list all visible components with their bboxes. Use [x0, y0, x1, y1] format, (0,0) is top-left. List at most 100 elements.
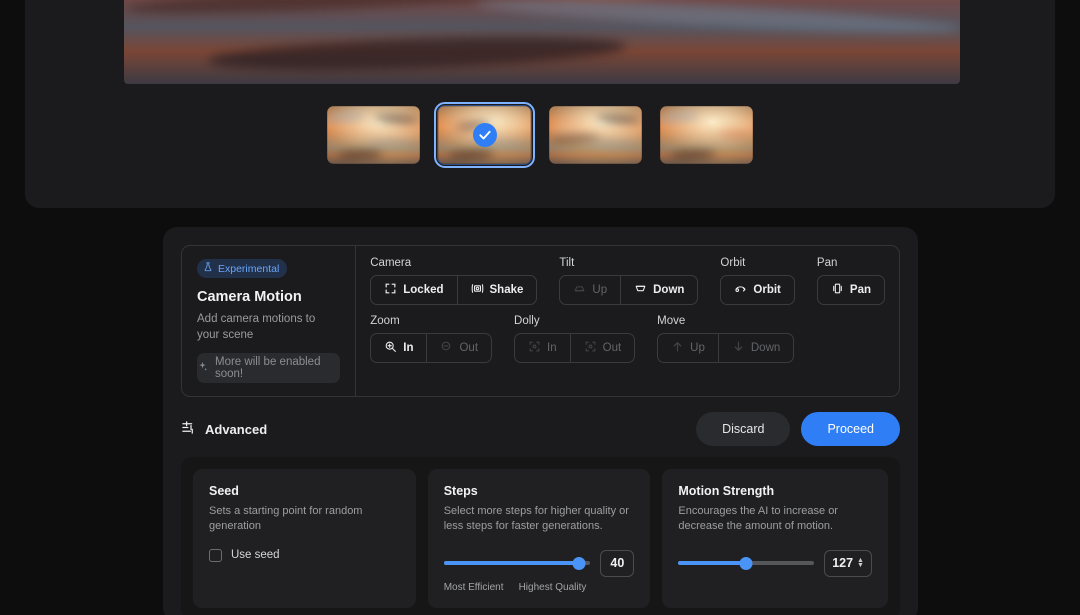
pan-label: Pan: [849, 284, 871, 296]
move-up-button[interactable]: Up: [658, 334, 719, 362]
frame-corners-icon: [384, 282, 397, 298]
dolly-in-label: In: [547, 342, 557, 354]
motion-strength-stepper[interactable]: ▲ ▼: [857, 557, 864, 569]
experimental-badge: Experimental: [197, 259, 288, 278]
dolly-in-icon: [528, 340, 541, 356]
group-label-tilt: Tilt: [559, 257, 575, 269]
use-seed-checkbox[interactable]: [209, 548, 222, 562]
control-group-camera: Camera Locked Shake: [370, 257, 538, 305]
tilt-up-button[interactable]: Up: [560, 276, 622, 304]
advanced-label: Advanced: [205, 421, 268, 437]
advanced-settings-panel: Seed Sets a starting point for random ge…: [181, 457, 900, 615]
motion-strength-value: 127: [832, 556, 854, 571]
segmented-orbit: Orbit: [720, 275, 795, 305]
seed-title: Seed: [209, 484, 239, 498]
steps-scale-max: Highest Quality: [518, 581, 587, 593]
segmented-tilt: Up Down: [559, 275, 699, 305]
segmented-move: Up Down: [657, 333, 795, 363]
control-group-move: Move Up Down: [657, 315, 795, 363]
orbit-icon: [734, 282, 747, 298]
motion-strength-value-box[interactable]: 127 ▲ ▼: [824, 549, 872, 577]
pan-icon: [831, 282, 844, 298]
control-group-tilt: Tilt Up Down: [559, 257, 699, 305]
move-down-button[interactable]: Down: [719, 334, 793, 362]
zoom-in-button[interactable]: In: [371, 334, 428, 362]
experimental-badge-label: Experimental: [218, 262, 280, 275]
group-label-pan: Pan: [816, 257, 838, 269]
zoom-out-icon: [440, 340, 453, 356]
dolly-in-button[interactable]: In: [515, 334, 571, 362]
tilt-down-label: Down: [653, 284, 685, 296]
preview-card: [25, 0, 1055, 208]
advanced-row: Advanced Discard Proceed: [181, 401, 900, 457]
use-seed-label: Use seed: [231, 549, 280, 562]
steps-scale-min: Most Efficient: [443, 581, 504, 593]
control-group-orbit: Orbit Orbit: [720, 257, 795, 305]
pan-button[interactable]: Pan: [818, 276, 884, 304]
camera-motion-subtitle: Add camera motions to your scene: [197, 313, 316, 341]
move-down-label: Down: [750, 342, 781, 354]
thumbnail-1[interactable]: [327, 106, 420, 164]
camera-motion-box: Experimental Camera Motion Add camera mo…: [181, 245, 900, 397]
sparkle-icon: [197, 361, 208, 375]
motion-strength-slider-fill: [678, 561, 747, 566]
arrow-down-icon: [732, 340, 745, 356]
camera-locked-button[interactable]: Locked: [371, 276, 458, 304]
group-label-camera: Camera: [370, 257, 412, 269]
camera-motion-row-2: Zoom In Out Dolly In Out Move Up Down: [370, 315, 885, 363]
steps-title: Steps: [443, 484, 478, 498]
steps-scale-labels: Most Efficient Highest Quality: [444, 582, 635, 593]
seed-card: Seed Sets a starting point for random ge…: [193, 469, 416, 608]
more-enabled-soon-button: More will be enabled soon!: [197, 353, 341, 383]
advanced-actions: Discard Proceed: [696, 412, 900, 446]
steps-value-box[interactable]: 40: [600, 549, 635, 577]
zoom-out-button[interactable]: Out: [427, 334, 491, 362]
seed-description: Sets a starting point for random generat…: [209, 505, 363, 532]
camera-shake-button[interactable]: Shake: [458, 276, 537, 304]
group-label-zoom: Zoom: [370, 315, 400, 327]
thumbnail-4[interactable]: [660, 106, 753, 164]
segmented-camera: Locked Shake: [370, 275, 538, 305]
camera-motion-title: Camera Motion: [197, 289, 302, 305]
zoom-out-label: Out: [459, 342, 479, 354]
motion-strength-title: Motion Strength: [678, 484, 775, 498]
proceed-button[interactable]: Proceed: [801, 412, 900, 446]
steps-description: Select more steps for higher quality or …: [443, 505, 629, 532]
check-circle-icon: [472, 123, 497, 147]
segmented-pan: Pan: [816, 275, 885, 305]
use-seed-checkbox-row[interactable]: Use seed: [209, 548, 400, 562]
sliders-icon: [181, 420, 196, 438]
thumbnail-2[interactable]: [434, 102, 535, 168]
camera-locked-label: Locked: [403, 284, 444, 296]
motion-strength-slider-knob[interactable]: [739, 556, 753, 570]
steps-slider-knob[interactable]: [572, 556, 586, 570]
control-group-zoom: Zoom In Out: [370, 315, 493, 363]
group-label-dolly: Dolly: [514, 315, 540, 327]
hero-preview-image[interactable]: [124, 0, 960, 84]
steps-card: Steps Select more steps for higher quali…: [427, 469, 651, 608]
dolly-out-label: Out: [602, 342, 622, 354]
discard-button[interactable]: Discard: [696, 412, 791, 446]
tilt-up-label: Up: [592, 284, 608, 296]
app-root: Experimental Camera Motion Add camera mo…: [0, 0, 1080, 615]
thumbnail-3[interactable]: [549, 106, 642, 164]
motion-strength-card: Motion Strength Encourages the AI to inc…: [662, 469, 888, 608]
motion-strength-slider[interactable]: [678, 556, 815, 570]
arrow-up-icon: [671, 340, 684, 356]
steps-slider[interactable]: [443, 556, 591, 570]
thumbnail-strip: [25, 102, 1055, 168]
move-up-label: Up: [690, 342, 705, 354]
motion-strength-description: Encourages the AI to increase or decreas…: [678, 505, 838, 532]
dolly-out-button[interactable]: Out: [571, 334, 635, 362]
stepper-down-icon[interactable]: ▼: [857, 562, 864, 569]
camera-shake-icon: [471, 282, 484, 298]
dolly-out-icon: [584, 340, 597, 356]
steps-value: 40: [610, 556, 625, 571]
more-enabled-soon-label: More will be enabled soon!: [215, 356, 321, 380]
camera-shake-label: Shake: [489, 284, 524, 296]
orbit-button[interactable]: Orbit: [721, 276, 793, 304]
tilt-down-icon: [634, 282, 647, 298]
camera-motion-row-1: Camera Locked Shake Tilt Up Down Orbit O…: [370, 257, 885, 305]
advanced-toggle[interactable]: Advanced: [181, 420, 267, 438]
tilt-down-button[interactable]: Down: [621, 276, 697, 304]
